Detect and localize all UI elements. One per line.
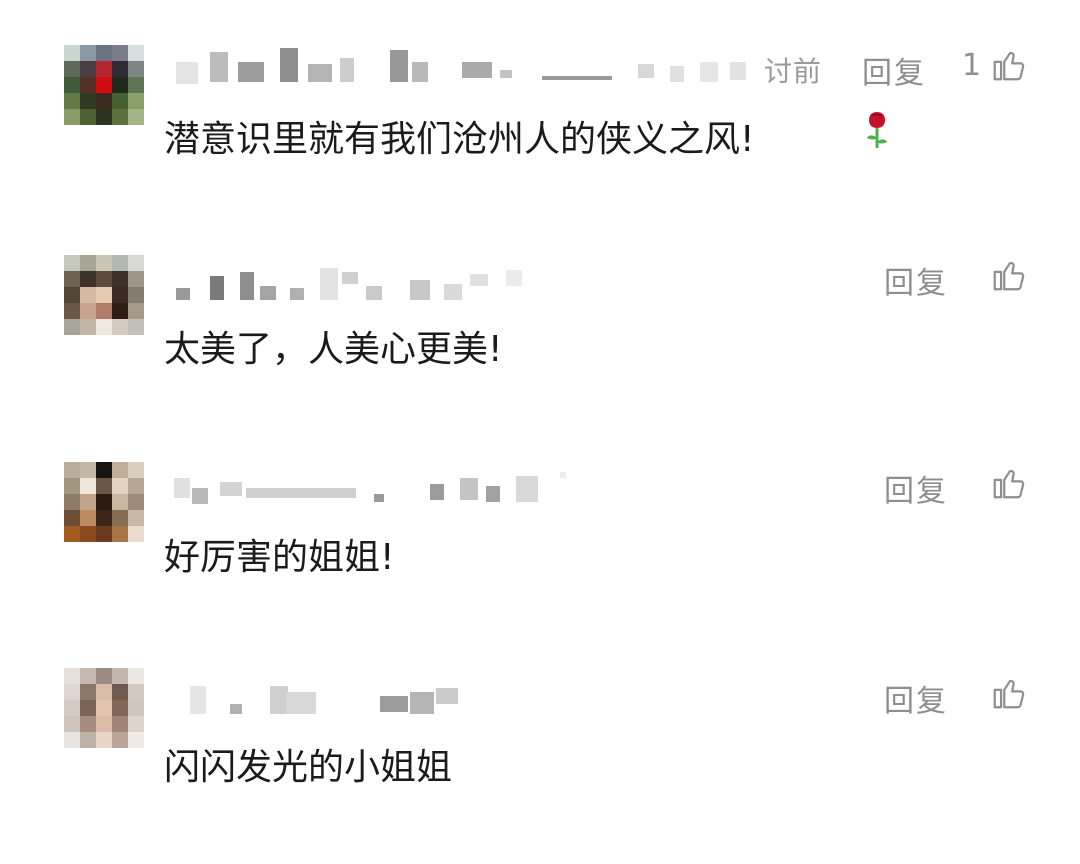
- thumbs-up-outline-icon[interactable]: [990, 256, 1028, 294]
- comment-text: 好厉害的姐姐!: [164, 537, 395, 578]
- username-blurred[interactable]: [170, 268, 530, 308]
- comment-text: 潜意识里就有我们沧州人的侠义之风!: [164, 119, 755, 160]
- username-blurred[interactable]: [170, 682, 480, 722]
- thumbs-up-outline-icon[interactable]: [990, 46, 1028, 84]
- thumbs-up-outline-icon[interactable]: [990, 464, 1028, 502]
- username-blurred[interactable]: [170, 470, 570, 510]
- reply-button[interactable]: 回复: [862, 48, 926, 92]
- comment-text: 闪闪发光的小姐姐: [164, 747, 453, 788]
- comment-text: 太美了，人美心更美!: [164, 329, 503, 370]
- like-count: 1: [962, 48, 982, 83]
- reply-button[interactable]: 回复: [884, 676, 948, 720]
- reply-button[interactable]: 回复: [884, 258, 948, 302]
- avatar[interactable]: [64, 462, 144, 542]
- avatar[interactable]: [64, 255, 144, 335]
- avatar[interactable]: [64, 668, 144, 748]
- rose-emoji: [867, 112, 887, 148]
- thumbs-up-outline-icon[interactable]: [990, 674, 1028, 712]
- reply-button[interactable]: 回复: [884, 466, 948, 510]
- avatar[interactable]: [64, 45, 144, 125]
- username-blurred[interactable]: [170, 48, 770, 88]
- comment-time: 讨前: [764, 55, 823, 88]
